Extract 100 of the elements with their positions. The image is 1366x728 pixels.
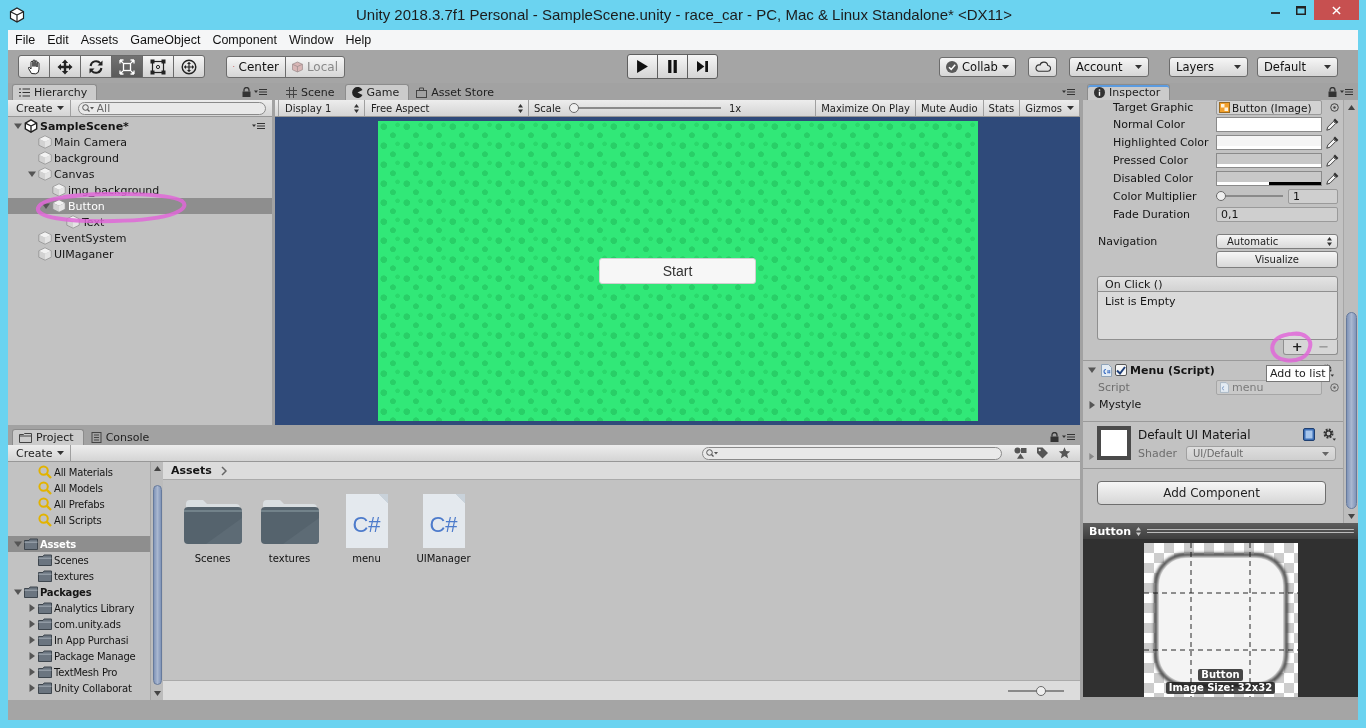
- panel-menu-icon[interactable]: [1062, 87, 1075, 96]
- asset-item[interactable]: Scenes: [174, 494, 251, 564]
- hierarchy-item[interactable]: img_background: [8, 182, 272, 198]
- scrollbar-thumb[interactable]: [152, 485, 162, 685]
- panel-menu-icon[interactable]: [252, 122, 265, 130]
- target-icon[interactable]: [1330, 383, 1339, 392]
- create-button[interactable]: Create: [8, 100, 71, 116]
- collab-button[interactable]: Collab: [939, 56, 1016, 77]
- menu-item[interactable]: Edit: [41, 30, 75, 50]
- toolbar-toggle[interactable]: Stats: [983, 100, 1021, 116]
- menu-item[interactable]: Assets: [74, 30, 125, 50]
- down-triangle-icon[interactable]: [14, 588, 22, 596]
- favorite-item[interactable]: All Materials: [8, 464, 150, 480]
- icon-size-slider-thumb[interactable]: [1035, 685, 1046, 696]
- shapes-icon[interactable]: [1014, 447, 1027, 459]
- menu-item[interactable]: Window: [283, 30, 340, 50]
- eyedropper-icon[interactable]: [1326, 153, 1339, 167]
- scene-tab[interactable]: Scene: [279, 84, 345, 100]
- eyedropper-icon[interactable]: [1326, 171, 1339, 185]
- pivot-button[interactable]: Center: [226, 55, 286, 78]
- rect-tool-button[interactable]: [142, 55, 174, 78]
- visualize-button[interactable]: Visualize: [1216, 250, 1338, 268]
- layers-dropdown[interactable]: Layers: [1169, 56, 1248, 77]
- transform-tool-button[interactable]: [173, 55, 205, 78]
- project-tree-item[interactable]: TextMesh Pro: [8, 664, 150, 680]
- shader-dropdown[interactable]: UI/Default: [1186, 446, 1336, 461]
- panel-menu-icon[interactable]: [1062, 432, 1075, 441]
- hierarchy-item[interactable]: UIMaganer: [8, 246, 272, 262]
- move-tool-button[interactable]: [49, 55, 81, 78]
- down-arrow-icon[interactable]: [153, 691, 161, 696]
- project-tree-item[interactable]: Analytics Library: [8, 600, 150, 616]
- add-component-button[interactable]: Add Component: [1097, 481, 1326, 505]
- hierarchy-item[interactable]: background: [8, 150, 272, 166]
- project-tree-item[interactable]: In App Purchasi: [8, 632, 150, 648]
- down-arrow-icon[interactable]: [1347, 514, 1355, 519]
- eyedropper-icon[interactable]: [1326, 117, 1339, 131]
- right-triangle-icon[interactable]: [1088, 400, 1096, 409]
- search-field[interactable]: [702, 446, 1002, 460]
- menu-item[interactable]: Help: [339, 30, 378, 50]
- project-tab[interactable]: Project: [12, 429, 84, 445]
- toolbar-toggle[interactable]: Mute Audio: [915, 100, 984, 116]
- project-tree-item[interactable]: textures: [8, 568, 150, 584]
- gear-icon[interactable]: [1323, 427, 1336, 441]
- number-field[interactable]: 0,1: [1216, 206, 1338, 222]
- drag-handle[interactable]: [1147, 528, 1354, 534]
- menu-item[interactable]: GameObject: [124, 30, 207, 50]
- display-dropdown[interactable]: Display 1: [278, 100, 365, 116]
- project-tree-item[interactable]: Package Manage: [8, 648, 150, 664]
- layout-dropdown[interactable]: Default: [1257, 56, 1338, 77]
- account-dropdown[interactable]: Account: [1069, 56, 1149, 77]
- aspect-dropdown[interactable]: Free Aspect: [365, 100, 529, 116]
- right-triangle-icon[interactable]: [28, 652, 36, 660]
- color-field[interactable]: [1216, 170, 1322, 186]
- color-field[interactable]: [1216, 134, 1322, 150]
- scale-tool-button[interactable]: [111, 55, 143, 78]
- object-field[interactable]: Button (Image): [1216, 100, 1322, 115]
- hand-tool-button[interactable]: [18, 55, 50, 78]
- hierarchy-item[interactable]: Main Camera: [8, 134, 272, 150]
- panel-menu-icon[interactable]: [254, 87, 267, 96]
- start-button[interactable]: Start: [599, 258, 756, 284]
- right-triangle-icon[interactable]: [28, 684, 36, 692]
- up-arrow-icon[interactable]: [153, 466, 161, 471]
- asset-item[interactable]: textures: [251, 494, 328, 564]
- cloud-button[interactable]: [1028, 56, 1057, 77]
- favorite-item[interactable]: All Models: [8, 480, 150, 496]
- hierarchy-item[interactable]: SampleScene*: [8, 118, 272, 134]
- inspector-tab[interactable]: Inspector: [1087, 84, 1171, 100]
- scrollbar[interactable]: [150, 462, 163, 700]
- scale-slider-thumb[interactable]: [568, 103, 579, 113]
- rotate-tool-button[interactable]: [80, 55, 112, 78]
- create-button[interactable]: Create: [8, 445, 71, 461]
- preview-object-dropdown[interactable]: Button: [1087, 524, 1144, 538]
- lock-icon[interactable]: [1050, 431, 1059, 442]
- foldout[interactable]: Mystyle: [1083, 396, 1343, 413]
- lock-icon[interactable]: [242, 86, 251, 97]
- scrollbar-thumb[interactable]: [1345, 312, 1357, 509]
- tag-icon[interactable]: [1036, 447, 1049, 459]
- favorite-item[interactable]: All Prefabs: [8, 496, 150, 512]
- right-triangle-icon[interactable]: [28, 620, 36, 628]
- color-field[interactable]: [1216, 116, 1322, 132]
- book-icon[interactable]: [1303, 427, 1315, 441]
- game-tab[interactable]: Game: [344, 84, 410, 100]
- hierarchy-tab[interactable]: Hierarchy: [12, 84, 98, 100]
- toolbar-toggle[interactable]: Maximize On Play: [816, 100, 916, 116]
- menu-item[interactable]: Component: [206, 30, 283, 50]
- right-triangle-icon[interactable]: [28, 636, 36, 644]
- favorite-item[interactable]: All Scripts: [8, 512, 150, 528]
- project-tree-item[interactable]: Unity Collaborat: [8, 680, 150, 696]
- slider-thumb[interactable]: [1216, 191, 1226, 201]
- project-tree-item[interactable]: com.unity.ads: [8, 616, 150, 632]
- navigation-dropdown[interactable]: Automatic: [1216, 233, 1338, 249]
- up-arrow-icon[interactable]: [1347, 105, 1355, 110]
- eyedropper-icon[interactable]: [1326, 135, 1339, 149]
- asset-item[interactable]: C# menu: [328, 494, 405, 564]
- add-button[interactable]: +: [1284, 340, 1311, 354]
- project-tree-item[interactable]: Scenes: [8, 552, 150, 568]
- panel-menu-icon[interactable]: [1340, 87, 1353, 96]
- scrollbar[interactable]: [1343, 100, 1358, 523]
- console-tab[interactable]: Console: [83, 429, 160, 445]
- asset-item[interactable]: C# UIManager: [405, 494, 482, 564]
